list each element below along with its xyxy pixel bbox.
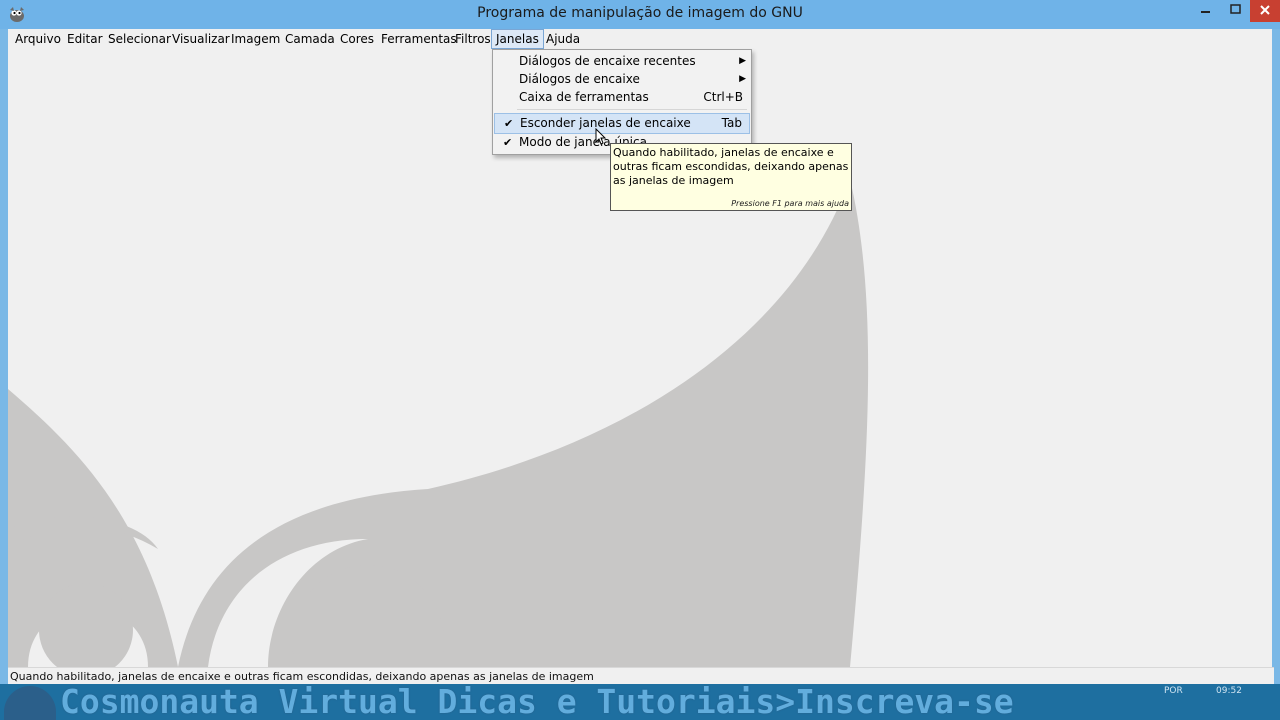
menu-item-toolbox[interactable]: Caixa de ferramentas Ctrl+B [494,88,750,107]
menu-arquivo[interactable]: Arquivo [11,30,65,48]
close-icon[interactable] [1250,0,1280,22]
menu-imagem[interactable]: Imagem [227,30,284,48]
menu-filtros[interactable]: Filtros [451,30,495,48]
tooltip-help-hint: Pressione F1 para mais ajuda [731,199,849,208]
submenu-arrow-icon: ▶ [739,56,746,66]
menu-cores[interactable]: Cores [336,30,378,48]
maximize-icon[interactable] [1222,0,1250,22]
menu-camada[interactable]: Camada [281,30,339,48]
menu-ferramentas[interactable]: Ferramentas [377,30,461,48]
tray-language[interactable]: POR [1164,686,1183,696]
title-bar: Programa de manipulação de imagem do GNU [0,0,1280,29]
menu-item-label: Caixa de ferramentas [519,90,649,104]
menu-editar[interactable]: Editar [63,30,107,48]
status-bar: Quando habilitado, janelas de encaixe e … [8,667,1274,685]
tooltip: Quando habilitado, janelas de encaixe e … [610,143,852,211]
janelas-dropdown-menu: Diálogos de encaixe recentes ▶ Diálogos … [492,49,752,155]
mouse-cursor-icon [595,128,607,145]
menu-item-label: Diálogos de encaixe recentes [519,54,696,68]
menu-selecionar[interactable]: Selecionar [104,30,175,48]
minimize-icon[interactable] [1192,0,1220,22]
menu-separator [517,109,747,110]
submenu-arrow-icon: ▶ [739,74,746,84]
check-icon: ✔ [503,136,513,149]
channel-banner: Cosmonauta Virtual Dicas e Tutoriais>Ins… [60,684,1014,720]
tray-clock[interactable]: 09:52 [1216,686,1242,696]
menu-item-shortcut: Tab [721,116,742,130]
menu-item-recent-docks[interactable]: Diálogos de encaixe recentes ▶ [494,52,750,71]
tooltip-text: Quando habilitado, janelas de encaixe e … [613,146,849,187]
menu-ajuda[interactable]: Ajuda [542,30,584,48]
menu-item-shortcut: Ctrl+B [703,90,743,104]
menu-janelas[interactable]: Janelas [491,29,544,49]
check-icon: ✔ [504,117,514,130]
menu-item-label: Diálogos de encaixe [519,72,640,86]
menu-item-docks[interactable]: Diálogos de encaixe ▶ [494,70,750,89]
menu-bar: Arquivo Editar Selecionar Visualizar Ima… [8,29,1272,50]
window-title: Programa de manipulação de imagem do GNU [477,5,803,21]
menu-item-hide-docks[interactable]: ✔ Esconder janelas de encaixe Tab [494,113,750,134]
menu-visualizar[interactable]: Visualizar [168,30,234,48]
